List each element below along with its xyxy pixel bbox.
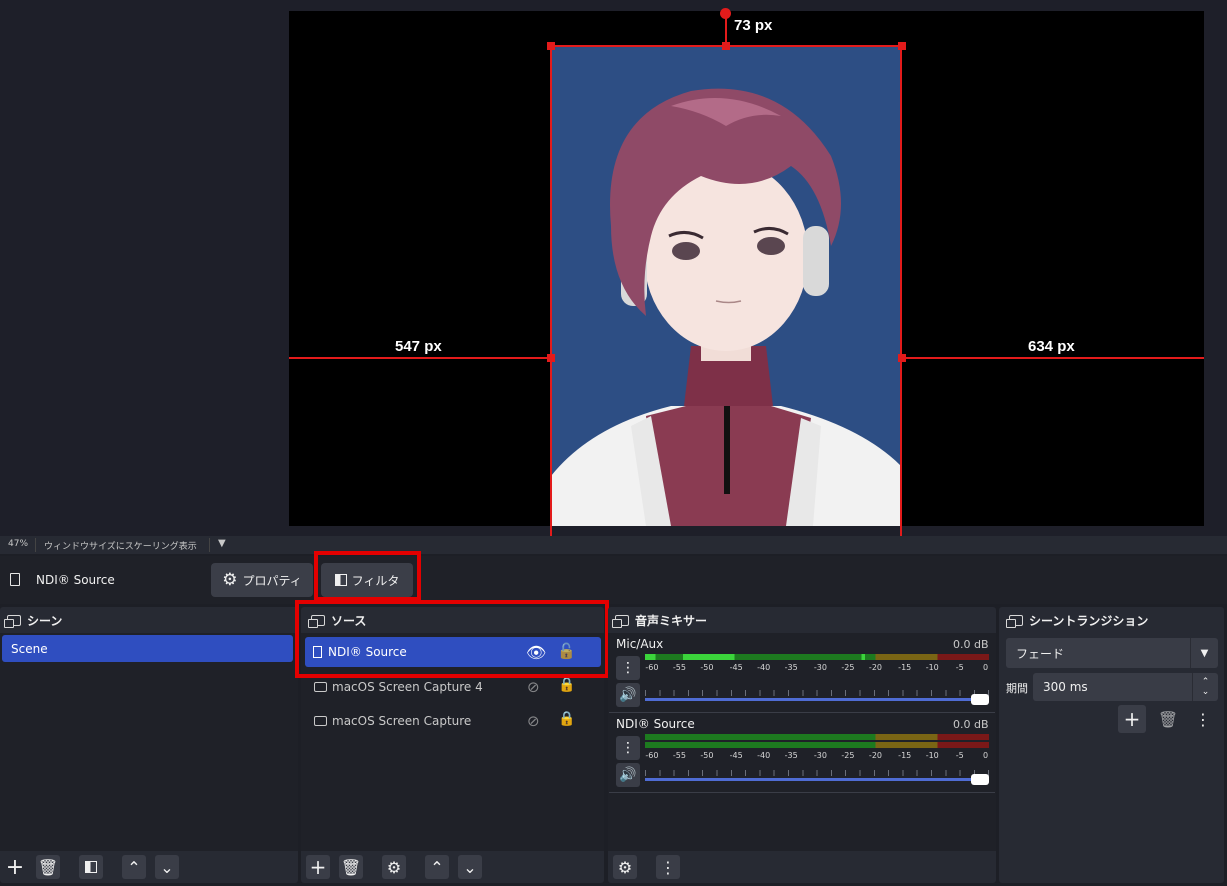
mixer-title: 音声ミキサー <box>635 613 708 628</box>
divider <box>209 538 210 552</box>
mixer-menu-button[interactable]: ⋮ <box>656 855 680 879</box>
preview-status-bar: 47% ウィンドウサイズにスケーリング表示 ▼ <box>0 536 1227 554</box>
scenes-dock: シーン Scene + 🗑 ⌃ ⌄ <box>0 607 298 883</box>
slider-ticks <box>645 770 989 776</box>
chevron-down-icon[interactable]: ▼ <box>218 538 226 549</box>
scene-item[interactable]: Scene <box>2 635 293 662</box>
resize-handle-l[interactable] <box>547 354 555 362</box>
preview-canvas[interactable] <box>289 11 1204 526</box>
sources-highlight-box <box>295 600 609 678</box>
scenes-title: シーン <box>27 613 63 628</box>
source-item-label: macOS Screen Capture 4 <box>332 680 483 694</box>
filters-highlight-box <box>314 551 421 601</box>
lock-icon[interactable]: 🔒 <box>558 677 575 693</box>
mixer-channel-name: Mic/Aux <box>616 637 664 651</box>
move-source-up-button[interactable]: ⌃ <box>425 855 449 879</box>
context-source-name: NDI® Source <box>36 573 115 587</box>
gear-icon: ⚙ <box>222 570 238 590</box>
add-source-button[interactable]: + <box>306 855 330 879</box>
spinner-arrows-icon[interactable]: ⌃ ⌄ <box>1192 673 1218 701</box>
filter-icon <box>85 861 97 873</box>
dock-window-icon[interactable] <box>612 614 629 628</box>
source-item-screen-capture[interactable]: macOS Screen Capture ⊘ 🔒 <box>306 706 600 736</box>
volume-slider[interactable] <box>645 774 989 785</box>
chevron-down-icon: ▼ <box>1190 638 1218 668</box>
transitions-title: シーントランジション <box>1029 613 1149 628</box>
meter-scale: -60 -55 -50 -45 -40 -35 -30 -25 -20 -15 -10 -5 0 <box>645 751 989 760</box>
add-scene-button[interactable]: + <box>3 855 27 880</box>
monitor-icon <box>314 716 327 726</box>
distance-right-label: 634 px <box>1028 338 1075 355</box>
resize-handle-tl[interactable] <box>547 42 555 50</box>
scenes-list[interactable]: Scene <box>0 633 298 851</box>
divider <box>35 538 36 552</box>
slider-ticks <box>645 690 989 696</box>
divider <box>609 712 995 713</box>
mixer-channel-level: 0.0 dB <box>953 638 989 651</box>
volume-slider[interactable] <box>645 694 989 705</box>
distance-top-label: 73 px <box>734 17 773 34</box>
speaker-icon[interactable]: 🔊 <box>616 683 640 707</box>
preview-area[interactable]: 73 px 547 px 634 px <box>0 0 1227 536</box>
add-transition-button[interactable]: + <box>1118 705 1146 733</box>
guide-left <box>289 357 550 359</box>
duration-value: 300 ms <box>1043 680 1088 694</box>
source-item-label: macOS Screen Capture <box>332 714 472 728</box>
mixer-channel-name: NDI® Source <box>616 717 695 731</box>
remove-source-button[interactable]: 🗑 <box>339 855 363 879</box>
transition-duration-input[interactable]: 300 ms ⌃ ⌄ <box>1033 673 1218 701</box>
channel-menu-button[interactable]: ⋮ <box>616 736 640 760</box>
lock-icon[interactable]: 🔒 <box>558 711 575 727</box>
dock-window-icon[interactable] <box>4 614 21 628</box>
bbox-right-edge <box>900 45 902 536</box>
volume-meter <box>645 742 989 748</box>
rotation-handle[interactable] <box>720 8 731 19</box>
properties-label: プロパティ <box>242 573 302 588</box>
mixer-channel-level: 0.0 dB <box>953 718 989 731</box>
volume-meter <box>645 654 989 660</box>
scene-item-label: Scene <box>11 641 48 656</box>
transition-type-select[interactable]: フェード ▼ <box>1006 638 1218 668</box>
speaker-icon[interactable]: 🔊 <box>616 763 640 787</box>
meter-scale: -60 -55 -50 -45 -40 -35 -30 -25 -20 -15 -10 -5 0 <box>645 663 989 672</box>
avatar-illustration <box>551 88 901 526</box>
transition-type-value: フェード <box>1016 646 1065 661</box>
resize-handle-r[interactable] <box>898 354 906 362</box>
resize-handle-t[interactable] <box>722 42 730 50</box>
file-icon <box>10 573 20 586</box>
scenes-dock-title: シーン <box>0 607 298 633</box>
guide-right <box>902 357 1204 359</box>
source-context-bar: NDI® Source ⚙ プロパティ フィルタ <box>0 551 1227 604</box>
scene-filter-button[interactable] <box>79 855 103 879</box>
resize-handle-tr[interactable] <box>898 42 906 50</box>
advanced-audio-settings-button[interactable]: ⚙ <box>613 855 637 879</box>
volume-slider-knob[interactable] <box>971 694 989 705</box>
bbox-left-edge <box>550 45 552 536</box>
volume-meter <box>645 734 989 740</box>
properties-button[interactable]: ⚙ プロパティ <box>211 563 313 597</box>
move-scene-down-button[interactable]: ⌄ <box>155 855 179 879</box>
eye-hidden-icon[interactable]: ⊘ <box>527 712 540 730</box>
mixer-dock-title: 音声ミキサー <box>608 607 996 633</box>
source-properties-button[interactable]: ⚙ <box>382 855 406 879</box>
channel-menu-button[interactable]: ⋮ <box>616 656 640 680</box>
transition-menu-button[interactable]: ⋮ <box>1191 707 1215 731</box>
divider <box>609 792 995 793</box>
remove-scene-button[interactable]: 🗑 <box>36 855 60 879</box>
move-source-down-button[interactable]: ⌄ <box>458 855 482 879</box>
move-scene-up-button[interactable]: ⌃ <box>122 855 146 879</box>
dock-window-icon[interactable] <box>1006 614 1023 628</box>
duration-label: 期間 <box>1006 682 1028 695</box>
volume-slider-knob[interactable] <box>971 774 989 785</box>
monitor-icon <box>314 682 327 692</box>
eye-hidden-icon[interactable]: ⊘ <box>527 678 540 696</box>
remove-transition-button[interactable]: 🗑 <box>1156 707 1180 731</box>
transitions-dock-title: シーントランジション <box>999 607 1224 633</box>
ndi-source-image[interactable] <box>551 46 901 526</box>
distance-left-label: 547 px <box>395 338 442 355</box>
scale-mode-label[interactable]: ウィンドウサイズにスケーリング表示 <box>44 539 197 552</box>
zoom-level: 47% <box>8 539 29 549</box>
